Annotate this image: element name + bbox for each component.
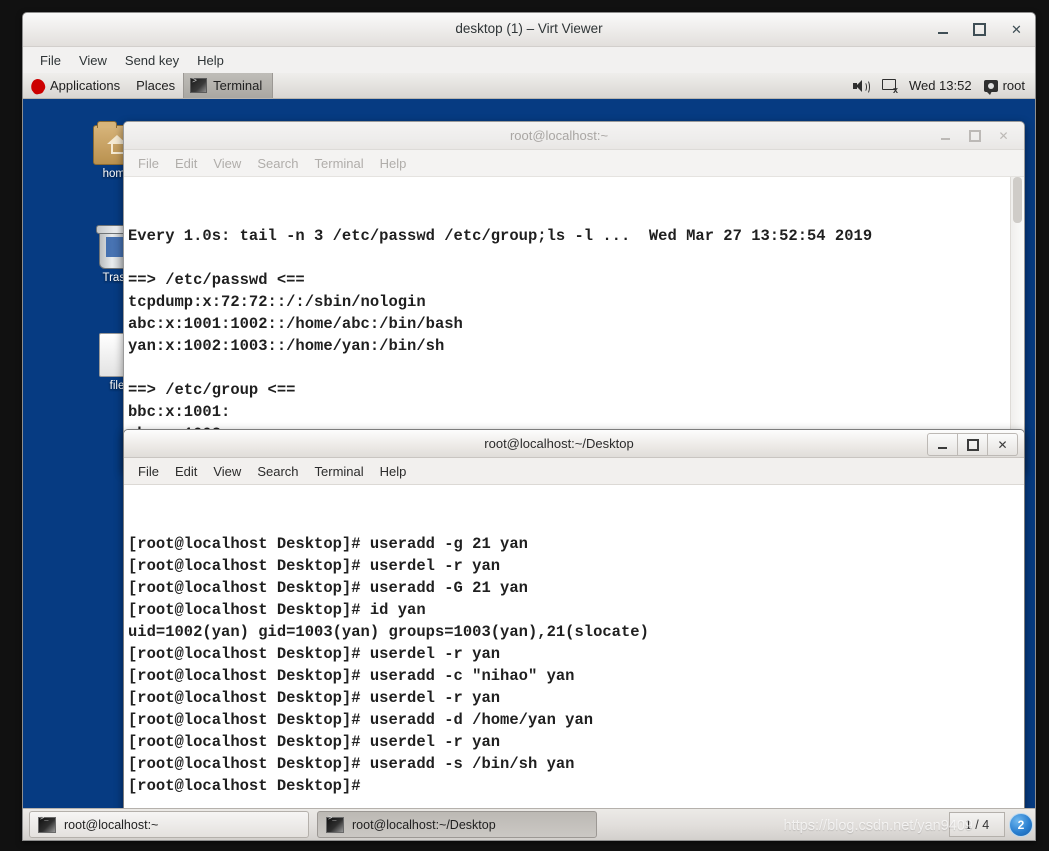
minimize-icon[interactable] [927, 433, 958, 456]
minimize-icon[interactable] [934, 21, 951, 38]
maximize-icon[interactable] [971, 21, 988, 38]
terminal2-menu-file[interactable]: File [130, 461, 167, 482]
panel-window-button-terminal[interactable]: Terminal [183, 73, 274, 98]
maximize-icon[interactable] [958, 433, 988, 456]
minimize-icon[interactable] [931, 125, 960, 146]
terminal-icon [326, 815, 344, 833]
taskbar-right-group: 1 / 4 2 [949, 812, 1035, 837]
terminal-window-desktop[interactable]: root@localhost:~/Desktop ✕ File Edit Vie… [123, 429, 1025, 823]
workspace-switcher[interactable]: 1 / 4 [949, 812, 1005, 837]
guest-desktop: Applications Places Terminal x [23, 73, 1035, 840]
panel-right-group: x Wed 13:52 root [852, 78, 1035, 95]
virt-viewer-window-controls: ✕ [934, 13, 1025, 46]
taskbar-item-home[interactable]: root@localhost:~ [29, 811, 309, 838]
close-icon[interactable]: ✕ [988, 433, 1018, 456]
screen: desktop (1) – Virt Viewer ✕ File View Se… [0, 0, 1049, 851]
bottom-taskbar: root@localhost:~ root@localhost:~/Deskto… [23, 808, 1035, 840]
terminal2-menu-help[interactable]: Help [372, 461, 415, 482]
menu-view[interactable]: View [70, 50, 116, 71]
panel-left-group: Applications Places Terminal [23, 73, 274, 98]
terminal1-menu-view[interactable]: View [205, 153, 249, 174]
terminal2-title: root@localhost:~/Desktop [484, 436, 634, 451]
terminal1-output[interactable]: Every 1.0s: tail -n 3 /etc/passwd /etc/g… [124, 177, 1024, 470]
close-icon[interactable]: ✕ [1008, 21, 1025, 38]
terminal1-menu-help[interactable]: Help [372, 153, 415, 174]
virt-viewer-window: desktop (1) – Virt Viewer ✕ File View Se… [22, 12, 1036, 841]
maximize-icon[interactable] [960, 125, 989, 146]
close-icon[interactable]: ✕ [989, 125, 1018, 146]
terminal1-scrollbar[interactable] [1010, 177, 1024, 470]
clock[interactable]: Wed 13:52 [909, 78, 972, 93]
taskbar-item-desktop[interactable]: root@localhost:~/Desktop [317, 811, 597, 838]
taskbar-item-desktop-label: root@localhost:~/Desktop [352, 817, 496, 832]
user-status-icon [983, 79, 998, 95]
terminal2-window-controls: ✕ [927, 433, 1018, 456]
red-hat-logo-icon [29, 77, 47, 94]
terminal2-output[interactable]: [root@localhost Desktop]# useradd -g 21 … [124, 485, 1024, 822]
terminal2-menubar: File Edit View Search Terminal Help [124, 458, 1024, 485]
applications-menu[interactable]: Applications [23, 73, 128, 98]
terminal1-title: root@localhost:~ [509, 128, 609, 143]
places-menu[interactable]: Places [128, 73, 183, 98]
menu-send-key[interactable]: Send key [116, 50, 188, 71]
taskbar-item-home-label: root@localhost:~ [64, 817, 159, 832]
terminal1-menu-terminal[interactable]: Terminal [307, 153, 372, 174]
terminal2-menu-view[interactable]: View [205, 461, 249, 482]
panel-window-label: Terminal [213, 78, 263, 93]
terminal-icon [190, 77, 208, 93]
terminal1-menu-file[interactable]: File [130, 153, 167, 174]
virt-viewer-title: desktop (1) – Virt Viewer [455, 21, 603, 36]
menu-file[interactable]: File [31, 50, 70, 71]
volume-icon[interactable] [852, 79, 870, 94]
terminal2-menu-search[interactable]: Search [249, 461, 306, 482]
network-disconnected-icon[interactable]: x [881, 78, 898, 94]
terminal-window-home[interactable]: root@localhost:~ ✕ File Edit View Search… [123, 121, 1025, 471]
terminal1-menu-search[interactable]: Search [249, 153, 306, 174]
user-menu[interactable]: root [983, 78, 1025, 95]
applications-label: Applications [50, 78, 121, 93]
terminal1-menubar: File Edit View Search Terminal Help [124, 150, 1024, 177]
virt-viewer-titlebar: desktop (1) – Virt Viewer ✕ [23, 13, 1035, 47]
terminal-icon [38, 815, 56, 833]
terminal2-titlebar[interactable]: root@localhost:~/Desktop ✕ [124, 430, 1024, 458]
terminal1-scrollbar-thumb[interactable] [1013, 177, 1022, 223]
gnome-top-panel: Applications Places Terminal x [23, 73, 1035, 99]
terminal2-menu-edit[interactable]: Edit [167, 461, 205, 482]
virt-viewer-menubar: File View Send key Help [23, 47, 1035, 73]
terminal1-menu-edit[interactable]: Edit [167, 153, 205, 174]
user-label: root [1002, 78, 1025, 93]
terminal2-menu-terminal[interactable]: Terminal [307, 461, 372, 482]
menu-help[interactable]: Help [188, 50, 233, 71]
terminal1-titlebar[interactable]: root@localhost:~ ✕ [124, 122, 1024, 150]
terminal1-window-controls: ✕ [931, 125, 1018, 146]
notification-badge[interactable]: 2 [1009, 812, 1033, 837]
places-label: Places [136, 78, 176, 93]
terminal2-text: [root@localhost Desktop]# useradd -g 21 … [128, 535, 649, 795]
